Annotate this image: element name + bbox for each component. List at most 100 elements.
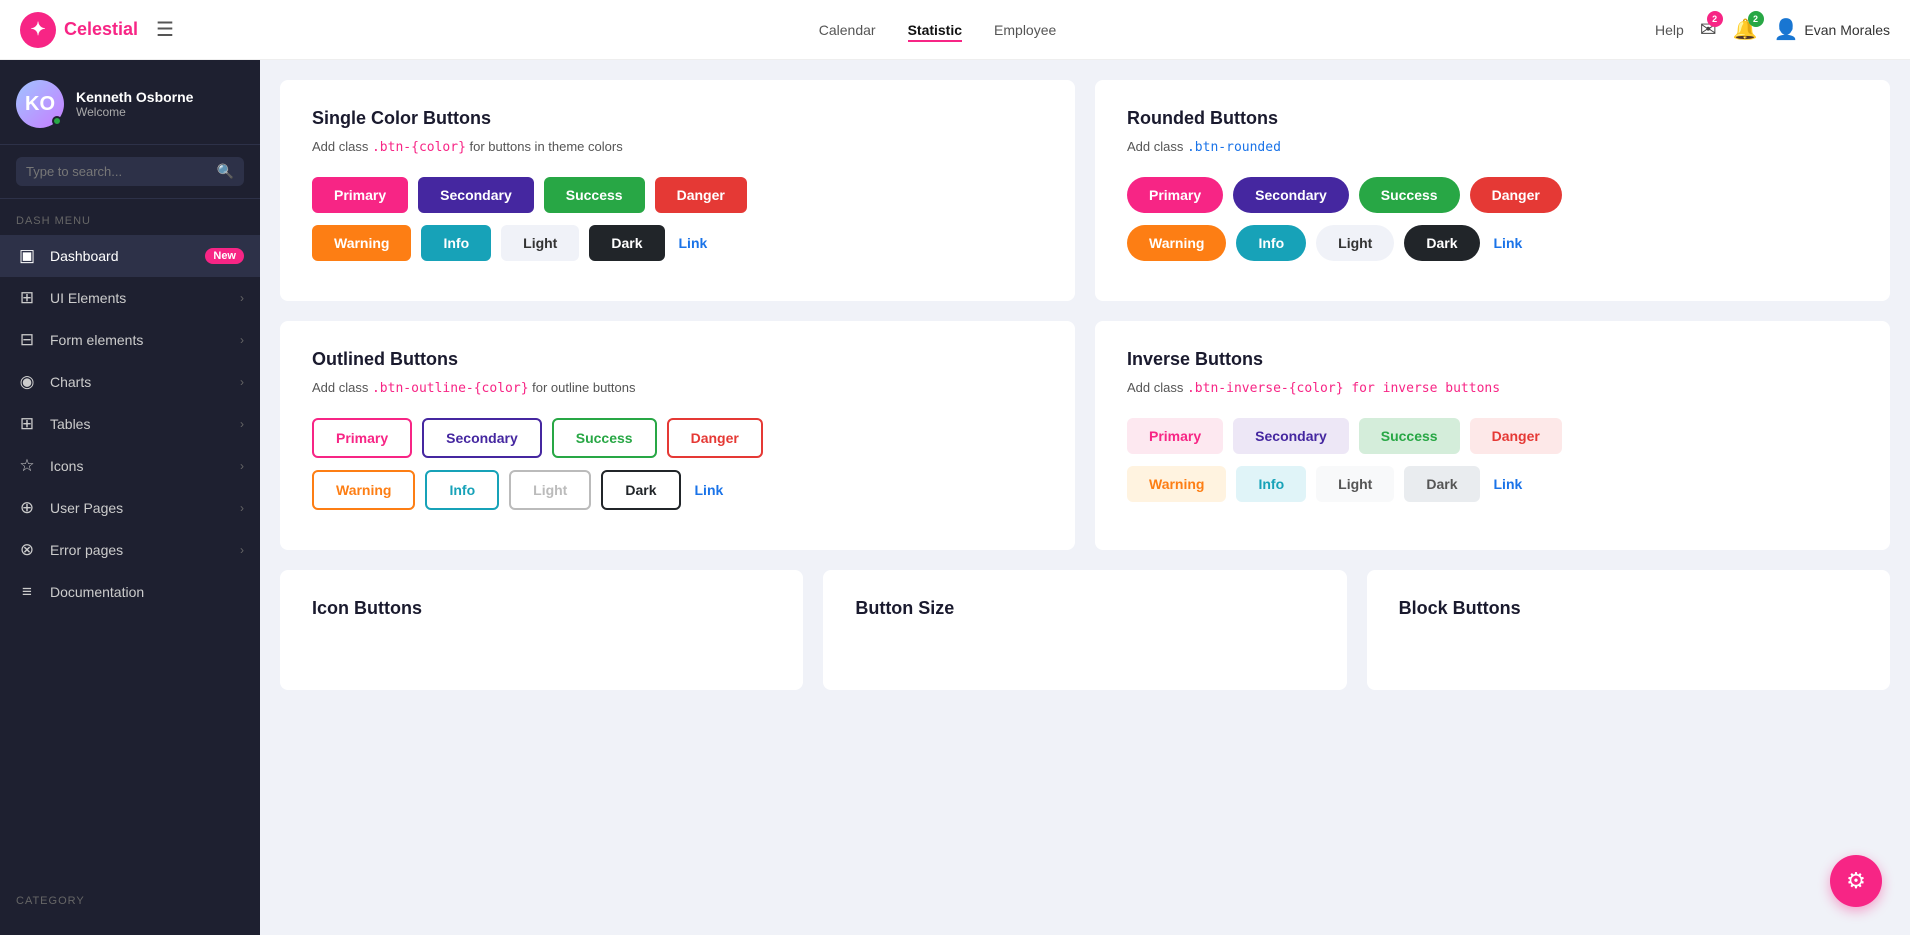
btn-inverse-info[interactable]: Info [1236, 466, 1306, 502]
btn-inverse-primary[interactable]: Primary [1127, 418, 1223, 454]
btn-outline-info[interactable]: Info [425, 470, 499, 510]
help-link[interactable]: Help [1655, 22, 1684, 38]
sidebar-item-ui-elements[interactable]: ⊞ UI Elements › [0, 277, 260, 319]
chevron-right-icon: › [240, 501, 244, 515]
outlined-row1: Primary Secondary Success Danger [312, 418, 1043, 458]
btn-outline-light[interactable]: Light [509, 470, 591, 510]
btn-rounded-danger[interactable]: Danger [1470, 177, 1562, 213]
btn-rounded-light[interactable]: Light [1316, 225, 1394, 261]
btn-secondary[interactable]: Secondary [418, 177, 534, 213]
btn-inverse-warning[interactable]: Warning [1127, 466, 1226, 502]
rounded-desc: Add class .btn-rounded [1127, 139, 1858, 155]
sidebar-item-charts[interactable]: ◉ Charts › [0, 361, 260, 403]
sidebar-user: KO Kenneth Osborne Welcome [0, 60, 260, 145]
sidebar: KO Kenneth Osborne Welcome 🔍 Dash menu ▣… [0, 60, 260, 935]
sidebar-item-label: Documentation [50, 584, 244, 600]
btn-inverse-link[interactable]: Link [1490, 466, 1527, 502]
inverse-row1: Primary Secondary Success Danger [1127, 418, 1858, 454]
btn-info[interactable]: Info [421, 225, 491, 261]
btn-rounded-primary[interactable]: Primary [1127, 177, 1223, 213]
search-input[interactable] [26, 164, 217, 179]
btn-rounded-info[interactable]: Info [1236, 225, 1306, 261]
btn-inverse-light[interactable]: Light [1316, 466, 1394, 502]
user-pages-icon: ⊕ [16, 498, 38, 518]
logo: ✦ Celestial ☰ [20, 12, 220, 48]
buttons-row-3: Icon Buttons Button Size Block Buttons [280, 570, 1890, 690]
chevron-right-icon: › [240, 375, 244, 389]
sidebar-item-label: Error pages [50, 542, 228, 558]
topnav: ✦ Celestial ☰ Calendar Statistic Employe… [0, 0, 1910, 60]
outlined-section: Outlined Buttons Add class .btn-outline-… [280, 321, 1075, 550]
sidebar-item-label: User Pages [50, 500, 228, 516]
single-color-section: Single Color Buttons Add class .btn-{col… [280, 80, 1075, 301]
sidebar-item-tables[interactable]: ⊞ Tables › [0, 403, 260, 445]
btn-link[interactable]: Link [675, 225, 712, 261]
avatar-status [52, 116, 62, 126]
btn-light[interactable]: Light [501, 225, 579, 261]
layout: KO Kenneth Osborne Welcome 🔍 Dash menu ▣… [0, 60, 1910, 935]
btn-inverse-secondary[interactable]: Secondary [1233, 418, 1349, 454]
messages-icon-wrap[interactable]: ✉ 2 [1700, 17, 1717, 42]
btn-rounded-secondary[interactable]: Secondary [1233, 177, 1349, 213]
dashboard-icon: ▣ [16, 246, 38, 266]
btn-success[interactable]: Success [544, 177, 645, 213]
btn-inverse-success[interactable]: Success [1359, 418, 1460, 454]
block-buttons-title: Block Buttons [1399, 598, 1858, 619]
outlined-desc: Add class .btn-outline-{color} for outli… [312, 380, 1043, 396]
form-elements-icon: ⊟ [16, 330, 38, 350]
icon-buttons-title: Icon Buttons [312, 598, 771, 619]
sidebar-item-icons[interactable]: ☆ Icons › [0, 445, 260, 487]
search-field-wrap: 🔍 [16, 157, 244, 186]
btn-inverse-dark[interactable]: Dark [1404, 466, 1479, 502]
single-color-row1: Primary Secondary Success Danger [312, 177, 1043, 213]
chevron-right-icon: › [240, 333, 244, 347]
sidebar-user-role: Welcome [76, 105, 193, 119]
hamburger-icon[interactable]: ☰ [156, 17, 174, 42]
sidebar-section-label: Dash menu [0, 199, 260, 235]
btn-danger[interactable]: Danger [655, 177, 747, 213]
btn-outline-danger[interactable]: Danger [667, 418, 763, 458]
fab-button[interactable]: ⚙ [1830, 855, 1882, 907]
sidebar-item-dashboard[interactable]: ▣ Dashboard New [0, 235, 260, 277]
nav-calendar[interactable]: Calendar [819, 18, 876, 42]
buttons-row-1: Single Color Buttons Add class .btn-{col… [280, 80, 1890, 301]
search-wrap: 🔍 [0, 145, 260, 199]
btn-outline-warning[interactable]: Warning [312, 470, 415, 510]
btn-outline-secondary[interactable]: Secondary [422, 418, 542, 458]
documentation-icon: ≡ [16, 582, 38, 602]
icons-icon: ☆ [16, 456, 38, 476]
nav-employee[interactable]: Employee [994, 18, 1056, 42]
sidebar-item-documentation[interactable]: ≡ Documentation [0, 571, 260, 613]
single-color-row2: Warning Info Light Dark Link [312, 225, 1043, 261]
sidebar-item-label: Form elements [50, 332, 228, 348]
topnav-right: Help ✉ 2 🔔 2 👤 Evan Morales [1655, 17, 1890, 42]
btn-rounded-dark[interactable]: Dark [1404, 225, 1479, 261]
notifications-icon-wrap[interactable]: 🔔 2 [1733, 17, 1758, 42]
btn-rounded-success[interactable]: Success [1359, 177, 1460, 213]
btn-rounded-warning[interactable]: Warning [1127, 225, 1226, 261]
btn-primary[interactable]: Primary [312, 177, 408, 213]
nav-statistic[interactable]: Statistic [908, 18, 962, 42]
btn-outline-link[interactable]: Link [691, 470, 728, 510]
chevron-right-icon: › [240, 291, 244, 305]
btn-outline-success[interactable]: Success [552, 418, 657, 458]
main-content: Single Color Buttons Add class .btn-{col… [260, 60, 1910, 935]
tables-icon: ⊞ [16, 414, 38, 434]
btn-outline-dark[interactable]: Dark [601, 470, 680, 510]
btn-dark[interactable]: Dark [589, 225, 664, 261]
btn-rounded-link[interactable]: Link [1490, 225, 1527, 261]
sidebar-item-user-pages[interactable]: ⊕ User Pages › [0, 487, 260, 529]
outlined-row2: Warning Info Light Dark Link [312, 470, 1043, 510]
btn-outline-primary[interactable]: Primary [312, 418, 412, 458]
user-menu[interactable]: 👤 Evan Morales [1774, 17, 1891, 42]
btn-inverse-danger[interactable]: Danger [1470, 418, 1562, 454]
ui-elements-icon: ⊞ [16, 288, 38, 308]
sidebar-item-form-elements[interactable]: ⊟ Form elements › [0, 319, 260, 361]
user-info: Kenneth Osborne Welcome [76, 89, 193, 119]
user-name: Evan Morales [1804, 22, 1890, 38]
inverse-row2: Warning Info Light Dark Link [1127, 466, 1858, 502]
sidebar-item-error-pages[interactable]: ⊗ Error pages › [0, 529, 260, 571]
btn-warning[interactable]: Warning [312, 225, 411, 261]
chevron-right-icon: › [240, 543, 244, 557]
inverse-section: Inverse Buttons Add class .btn-inverse-{… [1095, 321, 1890, 550]
